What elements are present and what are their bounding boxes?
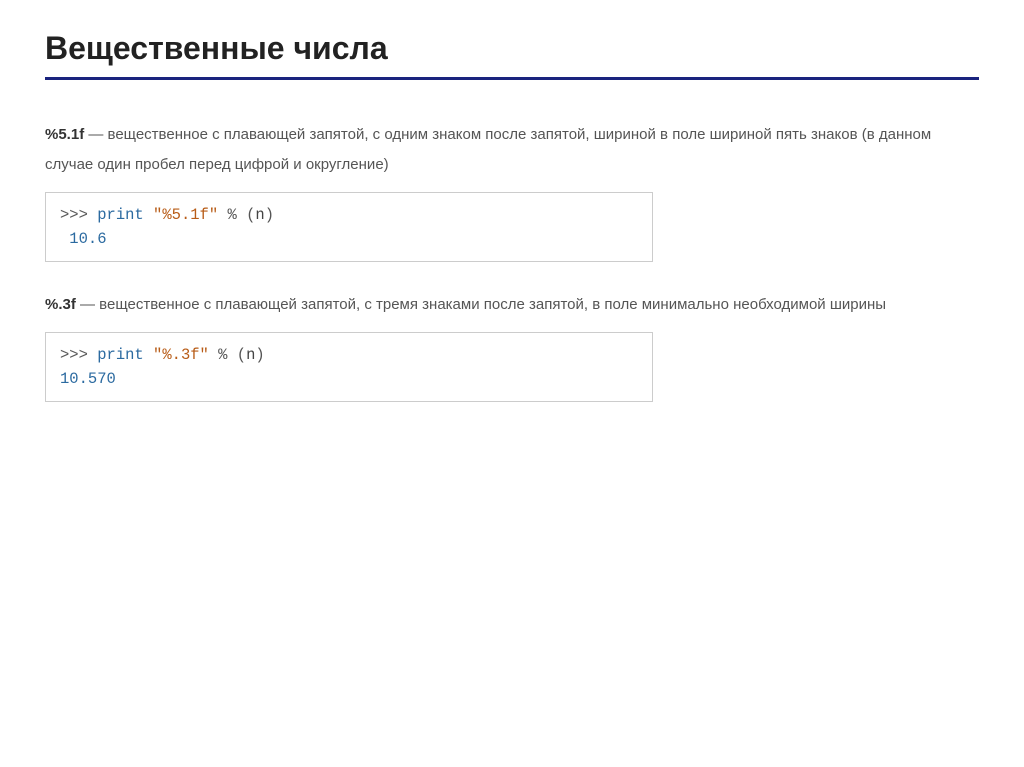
- arg-1: n: [255, 206, 264, 224]
- string-literal-2: "%.3f": [153, 346, 209, 364]
- rparen-1: ): [265, 206, 274, 224]
- percent-op-1: %: [227, 206, 236, 224]
- print-keyword-1: print: [97, 206, 144, 224]
- prompt-1: >>>: [60, 206, 97, 224]
- code-output-1: 10.6: [60, 227, 638, 251]
- format-label-2: %.3f: [45, 296, 76, 313]
- page-title: Вещественные числа: [45, 30, 979, 80]
- code-input-line-1: >>> print "%5.1f" % (n): [60, 203, 638, 227]
- code-block-1: >>> print "%5.1f" % (n) 10.6: [45, 192, 653, 262]
- format-description-1: %5.1f — вещественное с плавающей запятой…: [45, 120, 979, 180]
- rparen-2: ): [255, 346, 264, 364]
- prompt-2: >>>: [60, 346, 97, 364]
- string-literal-1: "%5.1f": [153, 206, 218, 224]
- code-input-line-2: >>> print "%.3f" % (n): [60, 343, 638, 367]
- format-desc-text-2: — вещественное с плавающей запятой, с тр…: [76, 296, 886, 313]
- print-keyword-2: print: [97, 346, 144, 364]
- format-description-2: %.3f — вещественное с плавающей запятой,…: [45, 290, 979, 320]
- code-output-2: 10.570: [60, 367, 638, 391]
- code-block-2: >>> print "%.3f" % (n) 10.570: [45, 332, 653, 402]
- format-label-1: %5.1f: [45, 126, 84, 143]
- format-desc-text-1: — вещественное с плавающей запятой, с од…: [45, 126, 931, 173]
- lparen-2: (: [237, 346, 246, 364]
